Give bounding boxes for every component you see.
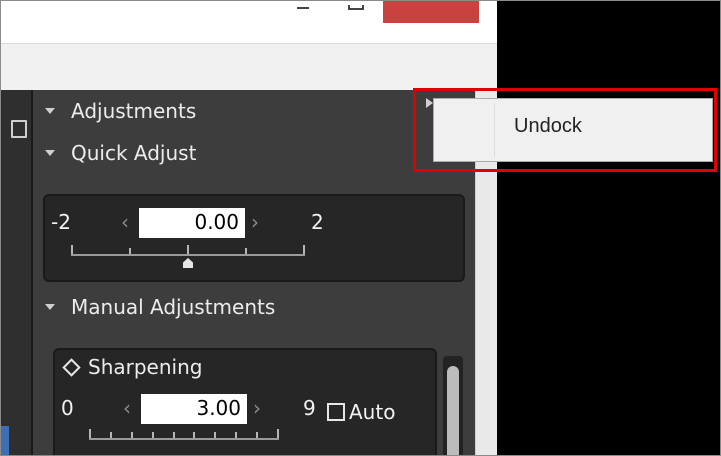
left-pane [1, 90, 33, 455]
title-bar [1, 1, 497, 43]
selection-indicator [1, 426, 9, 455]
slider-tick [110, 432, 112, 438]
slider-tick [173, 432, 175, 438]
collapse-triangle-icon [45, 108, 55, 114]
sharpening-value-input[interactable]: 3.00 [141, 394, 247, 424]
quick-adjust-max: 2 [311, 210, 324, 234]
quick-adjust-box: -2 ‹ 0.00 › 2 [43, 194, 465, 282]
quick-adjust-label: Quick Adjust [71, 141, 197, 165]
toolbar-strip [1, 43, 497, 91]
diamond-icon [62, 357, 81, 377]
context-menu: Undock [433, 98, 713, 162]
context-menu-gutter [494, 103, 495, 157]
slider-tick [245, 248, 247, 254]
quick-adjust-slider-thumb[interactable] [183, 258, 193, 268]
sharpening-max: 9 [303, 396, 316, 420]
slider-tick [235, 432, 237, 438]
arrow-right-icon[interactable]: › [253, 396, 261, 420]
quick-adjust-header[interactable]: Quick Adjust [45, 138, 196, 168]
slider-tick [303, 245, 305, 254]
slider-tick [89, 429, 91, 438]
manual-adjustments-label: Manual Adjustments [71, 295, 276, 319]
palette-scrollbar[interactable] [443, 356, 463, 455]
slider-tick [277, 429, 279, 438]
adjustments-label: Adjustments [71, 99, 197, 123]
slider-tick [129, 248, 131, 254]
adjustments-header[interactable]: Adjustments [45, 96, 196, 126]
slider-tick [131, 432, 133, 438]
arrow-left-icon[interactable]: ‹ [123, 396, 131, 420]
minimize-button[interactable] [295, 1, 311, 15]
slider-tick [214, 432, 216, 438]
sharpening-header[interactable]: Sharpening [61, 352, 202, 382]
panel-icon[interactable] [11, 120, 27, 138]
auto-label: Auto [349, 400, 396, 424]
restore-button[interactable] [345, 1, 365, 15]
slider-tick [71, 245, 73, 254]
slider-tick [152, 432, 154, 438]
checkbox-icon [327, 403, 345, 421]
screenshot-frame: Adjustments Quick Adjust -2 ‹ 0.00 › 2 M… [0, 0, 721, 456]
close-button[interactable] [383, 1, 479, 23]
quick-adjust-min: -2 [51, 210, 71, 234]
sharpening-slider-track[interactable] [89, 428, 279, 440]
slider-tick [256, 432, 258, 438]
palette-scrollbar-thumb[interactable] [447, 366, 459, 455]
arrow-right-icon[interactable]: › [251, 210, 259, 234]
arrow-left-icon[interactable]: ‹ [121, 210, 129, 234]
slider-tick [193, 432, 195, 438]
quick-adjust-slider-track[interactable] [71, 244, 305, 256]
auto-checkbox[interactable]: Auto [327, 400, 395, 424]
manual-adjustments-header[interactable]: Manual Adjustments [45, 292, 275, 322]
sharpening-label: Sharpening [88, 355, 203, 379]
collapse-triangle-icon [45, 150, 55, 156]
sharpening-min: 0 [61, 396, 74, 420]
image-viewer-area [497, 1, 720, 455]
undock-menu-item[interactable]: Undock [514, 115, 582, 138]
adjustments-palette: Adjustments Quick Adjust -2 ‹ 0.00 › 2 M… [33, 90, 475, 455]
quick-adjust-value-input[interactable]: 0.00 [139, 208, 245, 238]
dock-arrow-icon[interactable] [426, 98, 433, 108]
slider-tick [187, 245, 189, 254]
collapse-triangle-icon [45, 304, 55, 310]
sharpening-box: Sharpening 0 ‹ 3.00 › 9 Auto [53, 348, 437, 455]
